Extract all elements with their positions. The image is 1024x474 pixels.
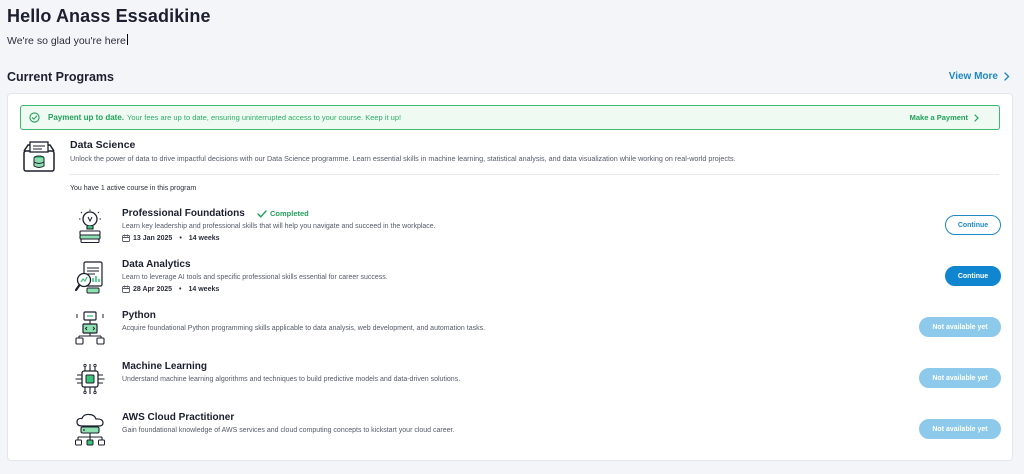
separator-dot: • [179,234,182,242]
course-title: Python [122,310,156,321]
check-circle-icon [29,112,40,123]
continue-button[interactable]: Continue [945,215,1001,235]
completed-badge: Completed [257,209,309,218]
welcome-text: We're so glad you're here [7,34,128,47]
course-title: Data Analytics [122,259,191,270]
continue-button[interactable]: Continue [945,266,1001,286]
view-more-label: View More [948,71,998,82]
course-date: 13 Jan 2025 [133,234,173,242]
program-title: Data Science [70,139,136,151]
divider [70,174,999,175]
course-description: Gain foundational knowledge of AWS servi… [122,427,455,434]
not-available-button[interactable]: Not available yet [919,317,1001,337]
cloud-server-icon [75,413,105,446]
not-available-button[interactable]: Not available yet [919,368,1001,388]
course-item-professional-foundations: Professional Foundations Completed Learn… [70,208,1001,252]
data-folder-icon [23,141,55,172]
course-item-data-analytics: Data Analytics Learn to leverage AI tool… [70,259,1001,303]
course-item-python: Python Acquire foundational Python progr… [70,310,1001,354]
course-description: Learn key leadership and professional sk… [122,223,436,230]
greeting: Hello Anass Essadikine [7,6,211,26]
make-payment-link[interactable]: Make a Payment [910,113,979,122]
section-title: Current Programs [7,70,114,84]
payment-text: Your fees are up to date, ensuring unint… [127,113,402,122]
course-description: Acquire foundational Python programming … [122,325,486,332]
flowchart-icon [75,311,105,345]
course-item-aws-cloud-practitioner: AWS Cloud Practitioner Gain foundational… [70,412,1001,456]
course-date: 28 Apr 2025 [133,285,173,293]
course-description: Understand machine learning algorithms a… [122,376,461,383]
course-title: AWS Cloud Practitioner [122,412,235,423]
course-item-machine-learning: Machine Learning Understand machine lear… [70,361,1001,405]
completed-label: Completed [270,209,309,218]
not-available-button[interactable]: Not available yet [919,419,1001,439]
program-card: Payment up to date. Your fees are up to … [7,93,1013,461]
payment-title: Payment up to date. [48,113,125,122]
lightbulb-book-icon [79,209,101,243]
text-caret [126,34,128,45]
calendar-icon [122,285,130,293]
chevron-right-icon [1004,72,1010,81]
course-title: Professional Foundations [122,208,245,219]
separator-dot: • [179,285,182,293]
welcome-text-label: We're so glad you're here [7,35,126,47]
payment-banner: Payment up to date. Your fees are up to … [20,105,1000,130]
course-duration: 14 weeks [188,285,220,293]
chip-icon [75,363,105,395]
program-description: Unlock the power of data to drive impact… [70,154,736,163]
magnifier-chart-icon [75,261,103,294]
calendar-icon [122,234,130,242]
active-course-note: You have 1 active course in this program [70,185,197,192]
course-description: Learn to leverage AI tools and specific … [122,274,388,281]
course-duration: 14 weeks [188,234,220,242]
course-title: Machine Learning [122,361,208,372]
course-meta: 28 Apr 2025 • 14 weeks [122,285,219,293]
make-payment-label: Make a Payment [909,113,968,122]
view-more-link[interactable]: View More [949,71,1010,82]
course-meta: 13 Jan 2025 • 14 weeks [122,234,220,242]
chevron-right-icon [974,113,979,122]
checkmark-icon [257,209,267,218]
